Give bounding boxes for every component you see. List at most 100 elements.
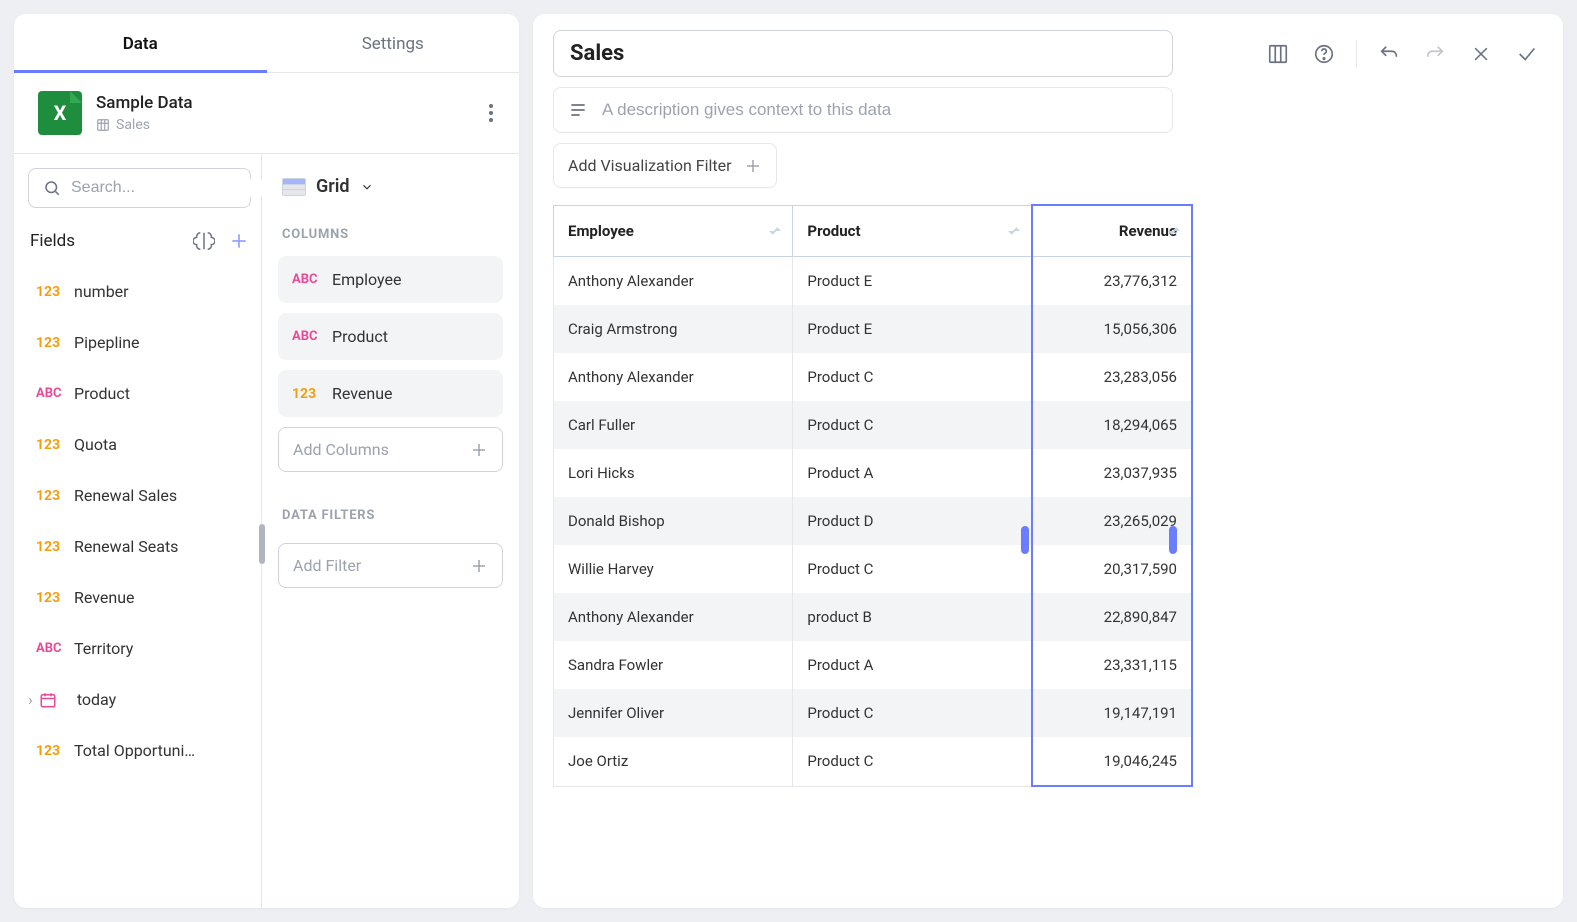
layout-icon[interactable] <box>1262 38 1294 70</box>
confirm-button[interactable] <box>1511 38 1543 70</box>
table-row[interactable]: Anthony Alexanderproduct B22,890,847 <box>554 593 1193 641</box>
field-item[interactable]: 123Total Opportuni… <box>28 725 251 776</box>
field-item[interactable]: ABCProduct <box>28 368 251 419</box>
table-cell[interactable]: Product C <box>793 353 1032 401</box>
table-row[interactable]: Anthony AlexanderProduct E23,776,312 <box>554 257 1193 306</box>
table-row[interactable]: Donald BishopProduct D23,265,029 <box>554 497 1193 545</box>
table-row[interactable]: Sandra FowlerProduct A23,331,115 <box>554 641 1193 689</box>
table-cell[interactable]: product B <box>793 593 1032 641</box>
add-columns-label: Add Columns <box>293 440 389 459</box>
column-resize-handle-right[interactable] <box>1169 526 1177 554</box>
table-icon <box>96 118 110 132</box>
add-viz-filter-button[interactable]: Add Visualization Filter <box>553 143 777 188</box>
field-item[interactable]: 123Renewal Seats <box>28 521 251 572</box>
table-row[interactable]: Craig ArmstrongProduct E15,056,306 <box>554 305 1193 353</box>
help-icon[interactable] <box>1308 38 1340 70</box>
table-cell[interactable]: Jennifer Oliver <box>554 689 793 737</box>
tab-data[interactable]: Data <box>14 14 267 72</box>
table-cell[interactable]: 20,317,590 <box>1032 545 1192 593</box>
field-item[interactable]: 123Revenue <box>28 572 251 623</box>
field-item[interactable]: ABCTerritory <box>28 623 251 674</box>
field-label: Pipepline <box>74 333 140 352</box>
table-cell[interactable]: Sandra Fowler <box>554 641 793 689</box>
field-item[interactable]: 123Renewal Sales <box>28 470 251 521</box>
number-type-icon: 123 <box>36 335 64 351</box>
chevron-down-icon <box>360 180 374 194</box>
table-cell[interactable]: 15,056,306 <box>1032 305 1192 353</box>
redo-button[interactable] <box>1419 38 1451 70</box>
table-cell[interactable]: 23,037,935 <box>1032 449 1192 497</box>
table-cell[interactable]: Anthony Alexander <box>554 353 793 401</box>
table-row[interactable]: Jennifer OliverProduct C19,147,191 <box>554 689 1193 737</box>
table-cell[interactable]: 23,331,115 <box>1032 641 1192 689</box>
datasource-menu-button[interactable] <box>481 104 501 122</box>
column-header[interactable]: Employee <box>554 205 793 257</box>
column-resize-handle-left[interactable] <box>1021 526 1029 554</box>
table-cell[interactable]: Donald Bishop <box>554 497 793 545</box>
sort-icon[interactable] <box>1167 224 1181 238</box>
column-chip[interactable]: 123Revenue <box>278 370 503 417</box>
table-cell[interactable]: Product A <box>793 641 1032 689</box>
viz-title-input[interactable]: Sales <box>553 30 1173 77</box>
number-type-icon: 123 <box>36 590 64 606</box>
table-cell[interactable]: 23,283,056 <box>1032 353 1192 401</box>
table-cell[interactable]: Anthony Alexander <box>554 257 793 306</box>
viz-type-selector[interactable]: Grid <box>278 168 503 217</box>
table-cell[interactable]: 23,776,312 <box>1032 257 1192 306</box>
table-cell[interactable]: Lori Hicks <box>554 449 793 497</box>
table-row[interactable]: Willie HarveyProduct C20,317,590 <box>554 545 1193 593</box>
table-cell[interactable]: Product E <box>793 257 1032 306</box>
field-item[interactable]: 123number <box>28 266 251 317</box>
table-cell[interactable]: Product E <box>793 305 1032 353</box>
add-field-button[interactable] <box>229 231 249 251</box>
sort-icon[interactable] <box>1007 224 1021 238</box>
field-label: Territory <box>74 639 133 658</box>
columns-section-label: COLUMNS <box>278 217 503 256</box>
sort-icon[interactable] <box>768 224 782 238</box>
data-grid[interactable]: EmployeeProductRevenue Anthony Alexander… <box>553 204 1193 787</box>
column-chip[interactable]: ABCEmployee <box>278 256 503 303</box>
table-cell[interactable]: Product D <box>793 497 1032 545</box>
add-columns-button[interactable]: Add Columns <box>278 427 503 472</box>
table-cell[interactable]: Product C <box>793 401 1032 449</box>
table-cell[interactable]: Product A <box>793 449 1032 497</box>
table-row[interactable]: Carl FullerProduct C18,294,065 <box>554 401 1193 449</box>
ai-icon[interactable] <box>193 230 215 252</box>
table-cell[interactable]: 22,890,847 <box>1032 593 1192 641</box>
field-item[interactable]: 123Quota <box>28 419 251 470</box>
description-row[interactable] <box>553 87 1173 133</box>
fields-search-input[interactable] <box>71 179 278 197</box>
table-cell[interactable]: 19,046,245 <box>1032 737 1192 786</box>
field-item[interactable]: ›today <box>28 674 251 725</box>
close-button[interactable] <box>1465 38 1497 70</box>
table-cell[interactable]: 19,147,191 <box>1032 689 1192 737</box>
table-row[interactable]: Lori HicksProduct A23,037,935 <box>554 449 1193 497</box>
field-item[interactable]: 123 Pipepline <box>28 317 251 368</box>
column-header[interactable]: Product <box>793 205 1032 257</box>
field-label: today <box>77 690 116 709</box>
column-chip[interactable]: ABCProduct <box>278 313 503 360</box>
undo-button[interactable] <box>1373 38 1405 70</box>
field-label: number <box>74 282 129 301</box>
tab-settings[interactable]: Settings <box>267 14 520 72</box>
table-cell[interactable]: Product C <box>793 545 1032 593</box>
table-cell[interactable]: Product C <box>793 689 1032 737</box>
left-panel: Data Settings X Sample Data Sales <box>14 14 519 908</box>
table-cell[interactable]: Willie Harvey <box>554 545 793 593</box>
column-header[interactable]: Revenue <box>1032 205 1192 257</box>
table-cell[interactable]: Anthony Alexander <box>554 593 793 641</box>
table-cell[interactable]: Craig Armstrong <box>554 305 793 353</box>
column-chip-label: Employee <box>332 270 401 289</box>
add-data-filter-button[interactable]: Add Filter <box>278 543 503 588</box>
table-row[interactable]: Joe OrtizProduct C19,046,245 <box>554 737 1193 786</box>
table-cell[interactable]: Product C <box>793 737 1032 786</box>
number-type-icon: 123 <box>36 437 64 453</box>
table-cell[interactable]: 18,294,065 <box>1032 401 1192 449</box>
fields-search[interactable] <box>28 168 251 208</box>
description-input[interactable] <box>602 100 1158 120</box>
table-cell[interactable]: Carl Fuller <box>554 401 793 449</box>
table-row[interactable]: Anthony AlexanderProduct C23,283,056 <box>554 353 1193 401</box>
table-cell[interactable]: Joe Ortiz <box>554 737 793 786</box>
scrollbar-thumb[interactable] <box>259 524 265 564</box>
tab-bar: Data Settings <box>14 14 519 73</box>
